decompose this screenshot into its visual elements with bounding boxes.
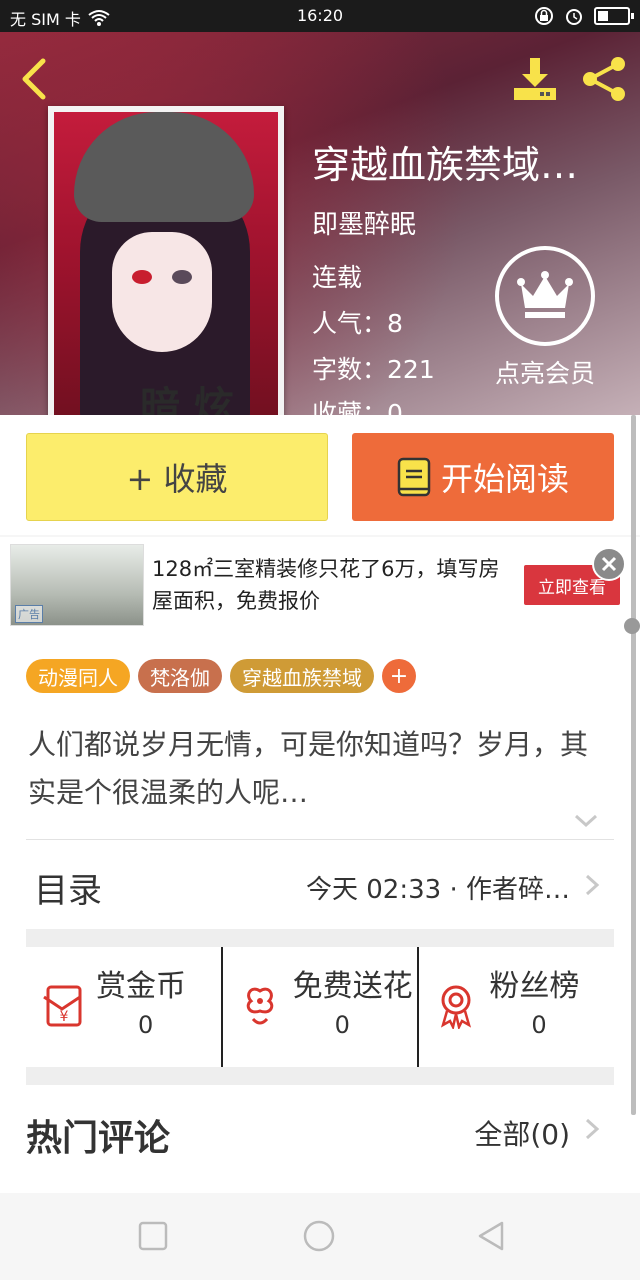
table-of-contents-row[interactable]: 目录 今天 02:33 · 作者碎…	[26, 839, 614, 929]
tag-list: 动漫同人 梵洛伽 穿越血族禁域 +	[26, 659, 416, 693]
medal-icon	[441, 985, 472, 1029]
scroll-handle[interactable]	[624, 618, 640, 634]
tag-item[interactable]: 梵洛伽	[138, 659, 222, 693]
collect-button[interactable]: + 收藏	[26, 433, 328, 521]
book-word-count: 字数：221	[312, 350, 435, 386]
ad-tag: 广告	[15, 605, 43, 623]
start-reading-button[interactable]: 开始阅读	[352, 433, 614, 521]
hot-comments-header: 热门评论 全部(0)	[26, 1089, 614, 1169]
add-tag-button[interactable]: +	[382, 659, 416, 693]
book-header: 暗 炫 穿越血族禁域… 即墨醉眠 连载 人气：8 字数：221 收藏：0 点亮会…	[0, 32, 640, 415]
fan-ranking-button[interactable]: 粉丝榜 0	[417, 947, 614, 1069]
stat-value: 0	[138, 1011, 154, 1039]
popularity-label: 人气：	[312, 309, 388, 338]
favorites-label: 收藏：	[312, 399, 388, 415]
share-button[interactable]	[580, 54, 630, 104]
crown-icon	[517, 271, 573, 318]
back-button[interactable]	[14, 54, 54, 104]
words-value: 221	[387, 355, 435, 384]
cover-illustration: 暗 炫	[54, 112, 278, 415]
system-nav-bar	[0, 1193, 640, 1280]
ad-text: 128㎡三室精装修只花了6万，填写房屋面积，免费报价	[152, 557, 500, 613]
tag-item[interactable]: 穿越血族禁域	[230, 659, 374, 693]
book-description: 人们都说岁月无情，可是你知道吗？岁月，其实是个很温柔的人呢…	[28, 728, 589, 809]
red-envelope-icon: ¥	[43, 985, 82, 1027]
reward-coins-button[interactable]: ¥ 赏金币 0	[26, 947, 221, 1069]
expand-description-button[interactable]	[572, 811, 600, 831]
scrollbar[interactable]	[631, 415, 636, 1115]
popularity-value: 8	[387, 309, 403, 338]
tag-item[interactable]: 动漫同人	[26, 659, 130, 693]
chevron-right-icon	[585, 874, 600, 896]
ad-close-button[interactable]	[592, 547, 626, 581]
favorites-value: 0	[387, 399, 403, 415]
home-button[interactable]	[302, 1219, 336, 1253]
chevron-left-icon	[22, 58, 46, 100]
flower-icon	[246, 987, 273, 1025]
section-gap	[26, 1067, 614, 1085]
battery-icon	[594, 7, 634, 25]
book-details: 动漫同人 梵洛伽 穿越血族禁域 + 人们都说岁月无情，可是你知道吗？岁月，其实是…	[0, 633, 640, 1193]
ad-banner[interactable]: 广告 128㎡三室精装修只花了6万，填写房屋面积，免费报价 立即查看	[0, 537, 640, 633]
alarm-icon	[566, 9, 582, 25]
back-nav-button[interactable]	[474, 1219, 508, 1253]
vip-button[interactable]: 点亮会员	[490, 246, 600, 406]
book-cover[interactable]: 暗 炫	[48, 106, 284, 415]
section-gap	[26, 929, 614, 947]
lock-icon	[535, 7, 553, 25]
latest-chapter: 今天 02:33 · 作者碎…	[306, 875, 570, 905]
vip-label: 点亮会员	[494, 359, 595, 388]
stat-label: 粉丝榜	[489, 969, 580, 1004]
stats-row: ¥ 赏金币 0 免费送花 0 粉丝榜 0	[26, 947, 614, 1069]
stat-label: 赏金币	[96, 969, 186, 1004]
action-bar: + 收藏 开始阅读	[0, 415, 640, 535]
stat-value: 0	[531, 1011, 547, 1039]
recent-apps-button[interactable]	[136, 1219, 170, 1253]
cover-title-text: 暗 炫	[140, 383, 234, 415]
svg-text:¥: ¥	[60, 1009, 69, 1025]
book-icon	[397, 457, 431, 497]
close-icon	[601, 556, 617, 572]
share-icon	[583, 57, 625, 101]
status-bar: 无 SIM 卡 16:20	[0, 0, 640, 32]
book-popularity: 人气：8	[312, 304, 403, 340]
book-status: 连载	[312, 263, 363, 292]
hot-comments-title: 热门评论	[26, 1118, 171, 1159]
send-flower-button[interactable]: 免费送花 0	[220, 947, 418, 1069]
stat-value: 0	[334, 1011, 350, 1039]
book-author[interactable]: 即墨醉眠	[312, 204, 416, 241]
download-button[interactable]	[510, 54, 560, 104]
book-favorites: 收藏：0	[312, 394, 403, 415]
all-comments-link[interactable]: 全部(0)	[474, 1113, 570, 1153]
words-label: 字数：	[312, 355, 388, 384]
chevron-right-icon	[585, 1118, 600, 1140]
toc-label: 目录	[34, 871, 102, 911]
start-reading-label: 开始阅读	[440, 460, 569, 498]
book-title: 穿越血族禁域…	[312, 143, 579, 187]
download-icon	[514, 58, 556, 100]
ad-image: 广告	[10, 544, 144, 626]
stat-label: 免费送花	[292, 969, 413, 1004]
